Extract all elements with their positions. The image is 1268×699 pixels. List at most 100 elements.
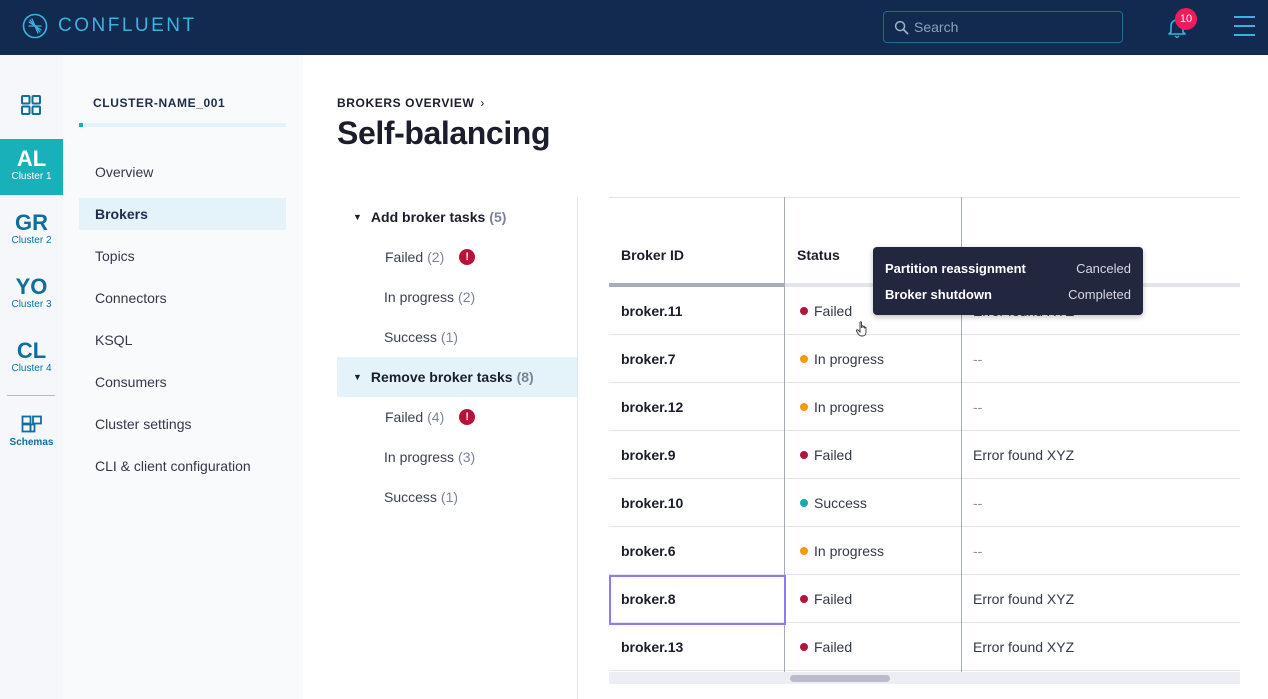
tooltip-key: Partition reassignment: [885, 261, 1026, 276]
search-input[interactable]: [914, 19, 1114, 35]
detail-cell: --: [973, 399, 983, 415]
table-row[interactable]: broker.7 In progress --: [609, 335, 1240, 383]
broker-id-cell[interactable]: broker.11: [621, 287, 683, 335]
broker-id-cell[interactable]: broker.13: [621, 623, 683, 671]
status-label: In progress: [814, 543, 885, 559]
nav-item-overview[interactable]: Overview: [79, 156, 286, 188]
detail-cell: --: [973, 495, 983, 511]
cluster-2-button[interactable]: GR Cluster 2: [0, 203, 63, 259]
group-count: (8): [516, 369, 534, 385]
cluster-abbr: YO: [15, 274, 48, 299]
cluster-3-button[interactable]: YO Cluster 3: [0, 267, 63, 323]
scrollbar-thumb[interactable]: [790, 675, 890, 682]
cluster-abbr: AL: [16, 146, 47, 171]
confluent-logo-icon: [22, 13, 48, 39]
hamburger-menu-icon[interactable]: [1234, 16, 1255, 38]
status-label: Failed: [814, 303, 853, 319]
cluster-abbr: GR: [15, 210, 48, 235]
tree-item-add-in-progress[interactable]: In progress (2): [384, 277, 475, 317]
cluster-name: Cluster 1: [11, 171, 52, 182]
column-header-broker-id[interactable]: Broker ID: [621, 247, 684, 263]
error-alert-icon: !: [459, 409, 476, 425]
tree-group-add-broker-tasks[interactable]: ▼ Add broker tasks (5): [337, 197, 577, 237]
column-header-status[interactable]: Status: [797, 247, 840, 263]
cluster-1-button[interactable]: AL Cluster 1: [0, 139, 63, 195]
breadcrumb: BROKERS OVERVIEW ›: [337, 96, 485, 110]
item-count: (3): [458, 449, 476, 465]
detail-cell: Error found XYZ: [973, 639, 1075, 655]
status-dot-icon: [800, 643, 808, 651]
status-cell: Failed: [800, 575, 852, 623]
status-label: In progress: [814, 399, 885, 415]
item-count: (2): [458, 289, 476, 305]
nav-item-consumers[interactable]: Consumers: [79, 366, 286, 398]
breadcrumb-brokers-overview[interactable]: BROKERS OVERVIEW: [337, 96, 474, 110]
tooltip-value: Canceled: [1076, 261, 1131, 276]
page-title: Self-balancing: [337, 115, 551, 151]
item-count: (1): [440, 329, 459, 345]
status-dot-icon: [800, 307, 808, 315]
broker-id-cell[interactable]: broker.12: [621, 383, 683, 431]
cluster-navigation: CLUSTER-NAME_001 Overview Brokers Topics…: [63, 55, 303, 699]
cluster-abbr: CL: [16, 338, 47, 363]
logo[interactable]: CONFLUENT: [22, 13, 197, 39]
rail-divider: [7, 395, 55, 396]
status-tooltip: Partition reassignment Canceled Broker s…: [873, 247, 1143, 315]
item-count: (1): [440, 489, 459, 505]
table-row[interactable]: broker.13 Failed Error found XYZ: [609, 623, 1240, 671]
broker-id-cell[interactable]: broker.6: [621, 527, 675, 575]
status-cell: Failed: [800, 623, 852, 671]
detail-cell: Error found XYZ: [973, 447, 1075, 463]
hand-pointer-cursor-icon: [855, 321, 867, 337]
item-label: Failed: [385, 409, 424, 425]
cluster-name-title: CLUSTER-NAME_001: [93, 96, 226, 110]
tree-item-remove-in-progress[interactable]: In progress (3): [384, 437, 475, 477]
broker-id-cell[interactable]: broker.9: [621, 431, 675, 479]
caret-down-icon: ▼: [353, 212, 362, 222]
nav-item-topics[interactable]: Topics: [79, 240, 286, 272]
nav-item-brokers[interactable]: Brokers: [79, 198, 286, 230]
table-row[interactable]: broker.9 Failed Error found XYZ: [609, 431, 1240, 479]
search-box[interactable]: [883, 11, 1123, 43]
tree-divider: [577, 197, 578, 699]
nav-item-cli-client-configuration[interactable]: CLI & client configuration: [79, 450, 286, 482]
status-label: Failed: [814, 639, 853, 655]
status-dot-icon: [800, 499, 808, 507]
tree-item-add-failed[interactable]: Failed (2) !: [385, 237, 476, 277]
nav-item-ksql[interactable]: KSQL: [79, 324, 286, 356]
cluster-rail: AL Cluster 1 GR Cluster 2 YO Cluster 3 C…: [0, 55, 63, 699]
status-dot-icon: [800, 451, 808, 459]
cluster-4-button[interactable]: CL Cluster 4: [0, 331, 63, 387]
item-count: (2): [427, 249, 445, 265]
caret-down-icon: ▼: [353, 372, 362, 382]
status-label: Failed: [814, 591, 853, 607]
status-dot-icon: [800, 595, 808, 603]
grid-icon[interactable]: [20, 94, 42, 116]
tree-item-remove-failed[interactable]: Failed (4) !: [385, 397, 476, 437]
notification-badge[interactable]: 10: [1175, 8, 1197, 30]
status-dot-icon: [800, 403, 808, 411]
item-label: In progress: [384, 289, 455, 305]
search-icon: [894, 20, 909, 34]
detail-cell: --: [973, 351, 983, 367]
broker-id-cell[interactable]: broker.10: [621, 479, 683, 527]
tooltip-key: Broker shutdown: [885, 287, 992, 302]
group-count: (5): [489, 209, 507, 225]
schemas-button[interactable]: Schemas: [0, 415, 63, 448]
nav-item-cluster-settings[interactable]: Cluster settings: [79, 408, 286, 440]
tree-item-remove-success[interactable]: Success (1): [384, 477, 458, 517]
status-dot-icon: [800, 355, 808, 363]
schemas-label: Schemas: [9, 437, 54, 448]
status-cell: In progress: [800, 335, 884, 383]
broker-id-cell[interactable]: broker.7: [621, 335, 675, 383]
tooltip-row: Partition reassignment Canceled: [885, 261, 1131, 276]
tree-item-add-success[interactable]: Success (1): [384, 317, 458, 357]
tree-group-remove-broker-tasks[interactable]: ▼ Remove broker tasks (8): [337, 357, 577, 397]
table-row[interactable]: broker.10 Success --: [609, 479, 1240, 527]
error-alert-icon: !: [459, 249, 476, 265]
table-row[interactable]: broker.12 In progress --: [609, 383, 1240, 431]
status-cell: Failed: [800, 287, 852, 335]
table-row[interactable]: broker.6 In progress --: [609, 527, 1240, 575]
horizontal-scrollbar[interactable]: [609, 672, 1240, 684]
nav-item-connectors[interactable]: Connectors: [79, 282, 286, 314]
